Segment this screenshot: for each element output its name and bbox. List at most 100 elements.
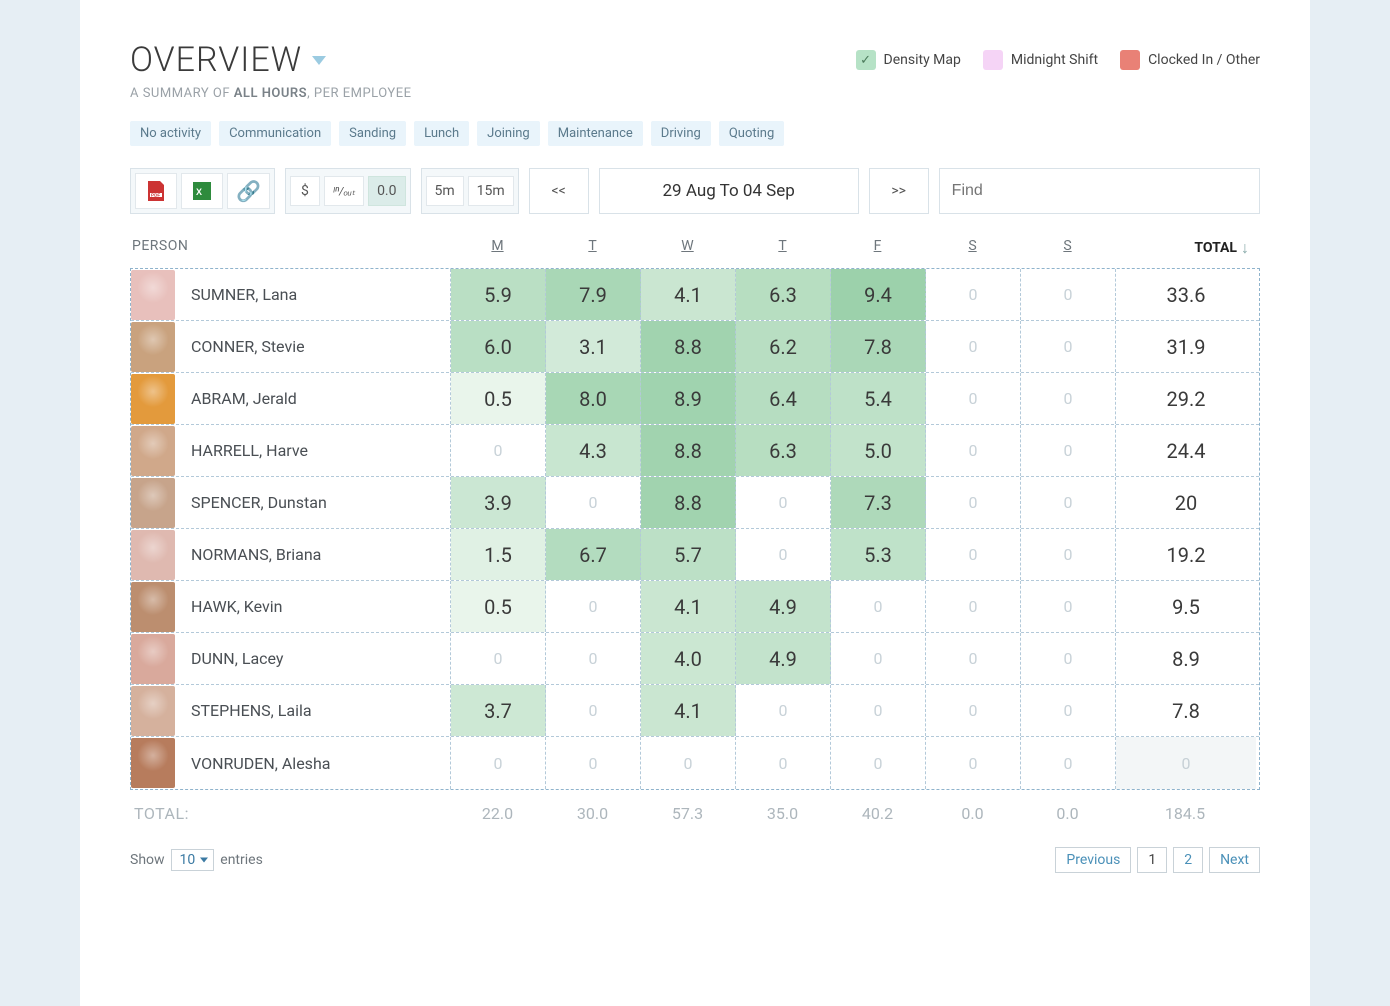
hours-cell[interactable]: 0 — [736, 685, 831, 736]
pager-page[interactable]: 1 — [1137, 847, 1167, 873]
hours-cell[interactable]: 0 — [546, 477, 641, 528]
person-cell[interactable]: CONNER, Stevie — [131, 321, 451, 372]
col-tue[interactable]: T — [545, 238, 640, 258]
snap-15m[interactable]: 15m — [468, 176, 514, 206]
hours-cell[interactable]: 0 — [1021, 529, 1116, 580]
col-wed[interactable]: W — [640, 238, 735, 258]
entries-select[interactable]: 10 — [171, 849, 215, 871]
hours-cell[interactable]: 0 — [546, 633, 641, 684]
hours-cell[interactable]: 6.0 — [451, 321, 546, 372]
hours-cell[interactable]: 0 — [546, 685, 641, 736]
hours-cell[interactable]: 0 — [831, 737, 926, 789]
person-cell[interactable]: STEPHENS, Laila — [131, 685, 451, 736]
hours-cell[interactable]: 0 — [546, 737, 641, 789]
hours-cell[interactable]: 3.7 — [451, 685, 546, 736]
legend-midnight[interactable]: Midnight Shift — [983, 50, 1098, 70]
person-cell[interactable]: NORMANS, Briana — [131, 529, 451, 580]
permalink-button[interactable]: 🔗 — [227, 173, 270, 209]
hours-cell[interactable]: 7.9 — [546, 269, 641, 320]
hours-cell[interactable]: 3.9 — [451, 477, 546, 528]
col-sun[interactable]: S — [1020, 238, 1115, 258]
hours-cell[interactable]: 0 — [926, 737, 1021, 789]
hours-cell[interactable]: 0 — [926, 373, 1021, 424]
hours-cell[interactable]: 4.3 — [546, 425, 641, 476]
pager-prev[interactable]: Previous — [1055, 847, 1131, 873]
filter-pill[interactable]: Communication — [219, 121, 331, 146]
hours-cell[interactable]: 0 — [926, 477, 1021, 528]
hours-cell[interactable]: 0 — [926, 425, 1021, 476]
hours-cell[interactable]: 0 — [1021, 633, 1116, 684]
hours-cell[interactable]: 4.9 — [736, 581, 831, 632]
hours-cell[interactable]: 0 — [926, 581, 1021, 632]
filter-pill[interactable]: Sanding — [339, 121, 406, 146]
filter-pill[interactable]: No activity — [130, 121, 211, 146]
snap-5m[interactable]: 5m — [426, 176, 464, 206]
hours-cell[interactable]: 4.1 — [641, 269, 736, 320]
date-range[interactable]: 29 Aug To 04 Sep — [599, 168, 859, 214]
hours-cell[interactable]: 5.3 — [831, 529, 926, 580]
export-xls-button[interactable]: X — [181, 173, 223, 209]
hours-cell[interactable]: 9.4 — [831, 269, 926, 320]
hours-cell[interactable]: 5.7 — [641, 529, 736, 580]
hours-cell[interactable]: 4.9 — [736, 633, 831, 684]
hours-cell[interactable]: 0 — [926, 321, 1021, 372]
hours-cell[interactable]: 5.0 — [831, 425, 926, 476]
prev-week-button[interactable]: << — [529, 168, 589, 214]
hours-cell[interactable]: 0 — [831, 633, 926, 684]
hours-cell[interactable]: 0.5 — [451, 373, 546, 424]
person-cell[interactable]: HARRELL, Harve — [131, 425, 451, 476]
col-mon[interactable]: M — [450, 238, 545, 258]
person-cell[interactable]: ABRAM, Jerald — [131, 373, 451, 424]
hours-cell[interactable]: 0 — [1021, 581, 1116, 632]
hours-cell[interactable]: 7.3 — [831, 477, 926, 528]
hours-cell[interactable]: 6.3 — [736, 425, 831, 476]
hours-cell[interactable]: 0.5 — [451, 581, 546, 632]
col-fri[interactable]: F — [830, 238, 925, 258]
hours-cell[interactable]: 4.0 — [641, 633, 736, 684]
export-pdf-button[interactable]: PDF — [135, 173, 177, 209]
col-sat[interactable]: S — [925, 238, 1020, 258]
hours-cell[interactable]: 6.3 — [736, 269, 831, 320]
hours-cell[interactable]: 0 — [1021, 737, 1116, 789]
hours-cell[interactable]: 0 — [1021, 477, 1116, 528]
hours-cell[interactable]: 6.2 — [736, 321, 831, 372]
hours-cell[interactable]: 0 — [926, 529, 1021, 580]
hours-cell[interactable]: 4.1 — [641, 685, 736, 736]
page-title[interactable]: OVERVIEW — [130, 40, 412, 80]
hours-cell[interactable]: 0 — [736, 477, 831, 528]
person-cell[interactable]: HAWK, Kevin — [131, 581, 451, 632]
currency-toggle[interactable]: $ — [290, 176, 320, 206]
hours-cell[interactable]: 6.4 — [736, 373, 831, 424]
hours-cell[interactable]: 0 — [831, 581, 926, 632]
col-thu[interactable]: T — [735, 238, 830, 258]
hours-cell[interactable]: 5.9 — [451, 269, 546, 320]
hours-cell[interactable]: 0 — [451, 633, 546, 684]
hours-cell[interactable]: 8.8 — [641, 425, 736, 476]
filter-pill[interactable]: Driving — [651, 121, 711, 146]
person-cell[interactable]: DUNN, Lacey — [131, 633, 451, 684]
hours-cell[interactable]: 0 — [831, 685, 926, 736]
hours-cell[interactable]: 0 — [1021, 425, 1116, 476]
person-cell[interactable]: SPENCER, Dunstan — [131, 477, 451, 528]
hours-cell[interactable]: 8.8 — [641, 321, 736, 372]
legend-clocked[interactable]: Clocked In / Other — [1120, 50, 1260, 70]
hours-cell[interactable]: 1.5 — [451, 529, 546, 580]
hours-cell[interactable]: 6.7 — [546, 529, 641, 580]
inout-toggle[interactable]: ᴵⁿ/ₒᵤₜ — [324, 176, 364, 206]
filter-pill[interactable]: Maintenance — [548, 121, 643, 146]
hours-cell[interactable]: 0 — [546, 581, 641, 632]
hours-cell[interactable]: 0 — [926, 633, 1021, 684]
filter-pill[interactable]: Quoting — [719, 121, 784, 146]
legend-density[interactable]: ✓ Density Map — [856, 50, 961, 70]
hours-cell[interactable]: 0 — [926, 269, 1021, 320]
decimal-toggle[interactable]: 0.0 — [368, 176, 405, 206]
hours-cell[interactable]: 0 — [1021, 373, 1116, 424]
hours-cell[interactable]: 4.1 — [641, 581, 736, 632]
hours-cell[interactable]: 5.4 — [831, 373, 926, 424]
hours-cell[interactable]: 8.8 — [641, 477, 736, 528]
hours-cell[interactable]: 8.0 — [546, 373, 641, 424]
search-input[interactable] — [950, 181, 1249, 201]
pager-page[interactable]: 2 — [1173, 847, 1203, 873]
hours-cell[interactable]: 0 — [736, 529, 831, 580]
search-box[interactable] — [939, 168, 1260, 214]
